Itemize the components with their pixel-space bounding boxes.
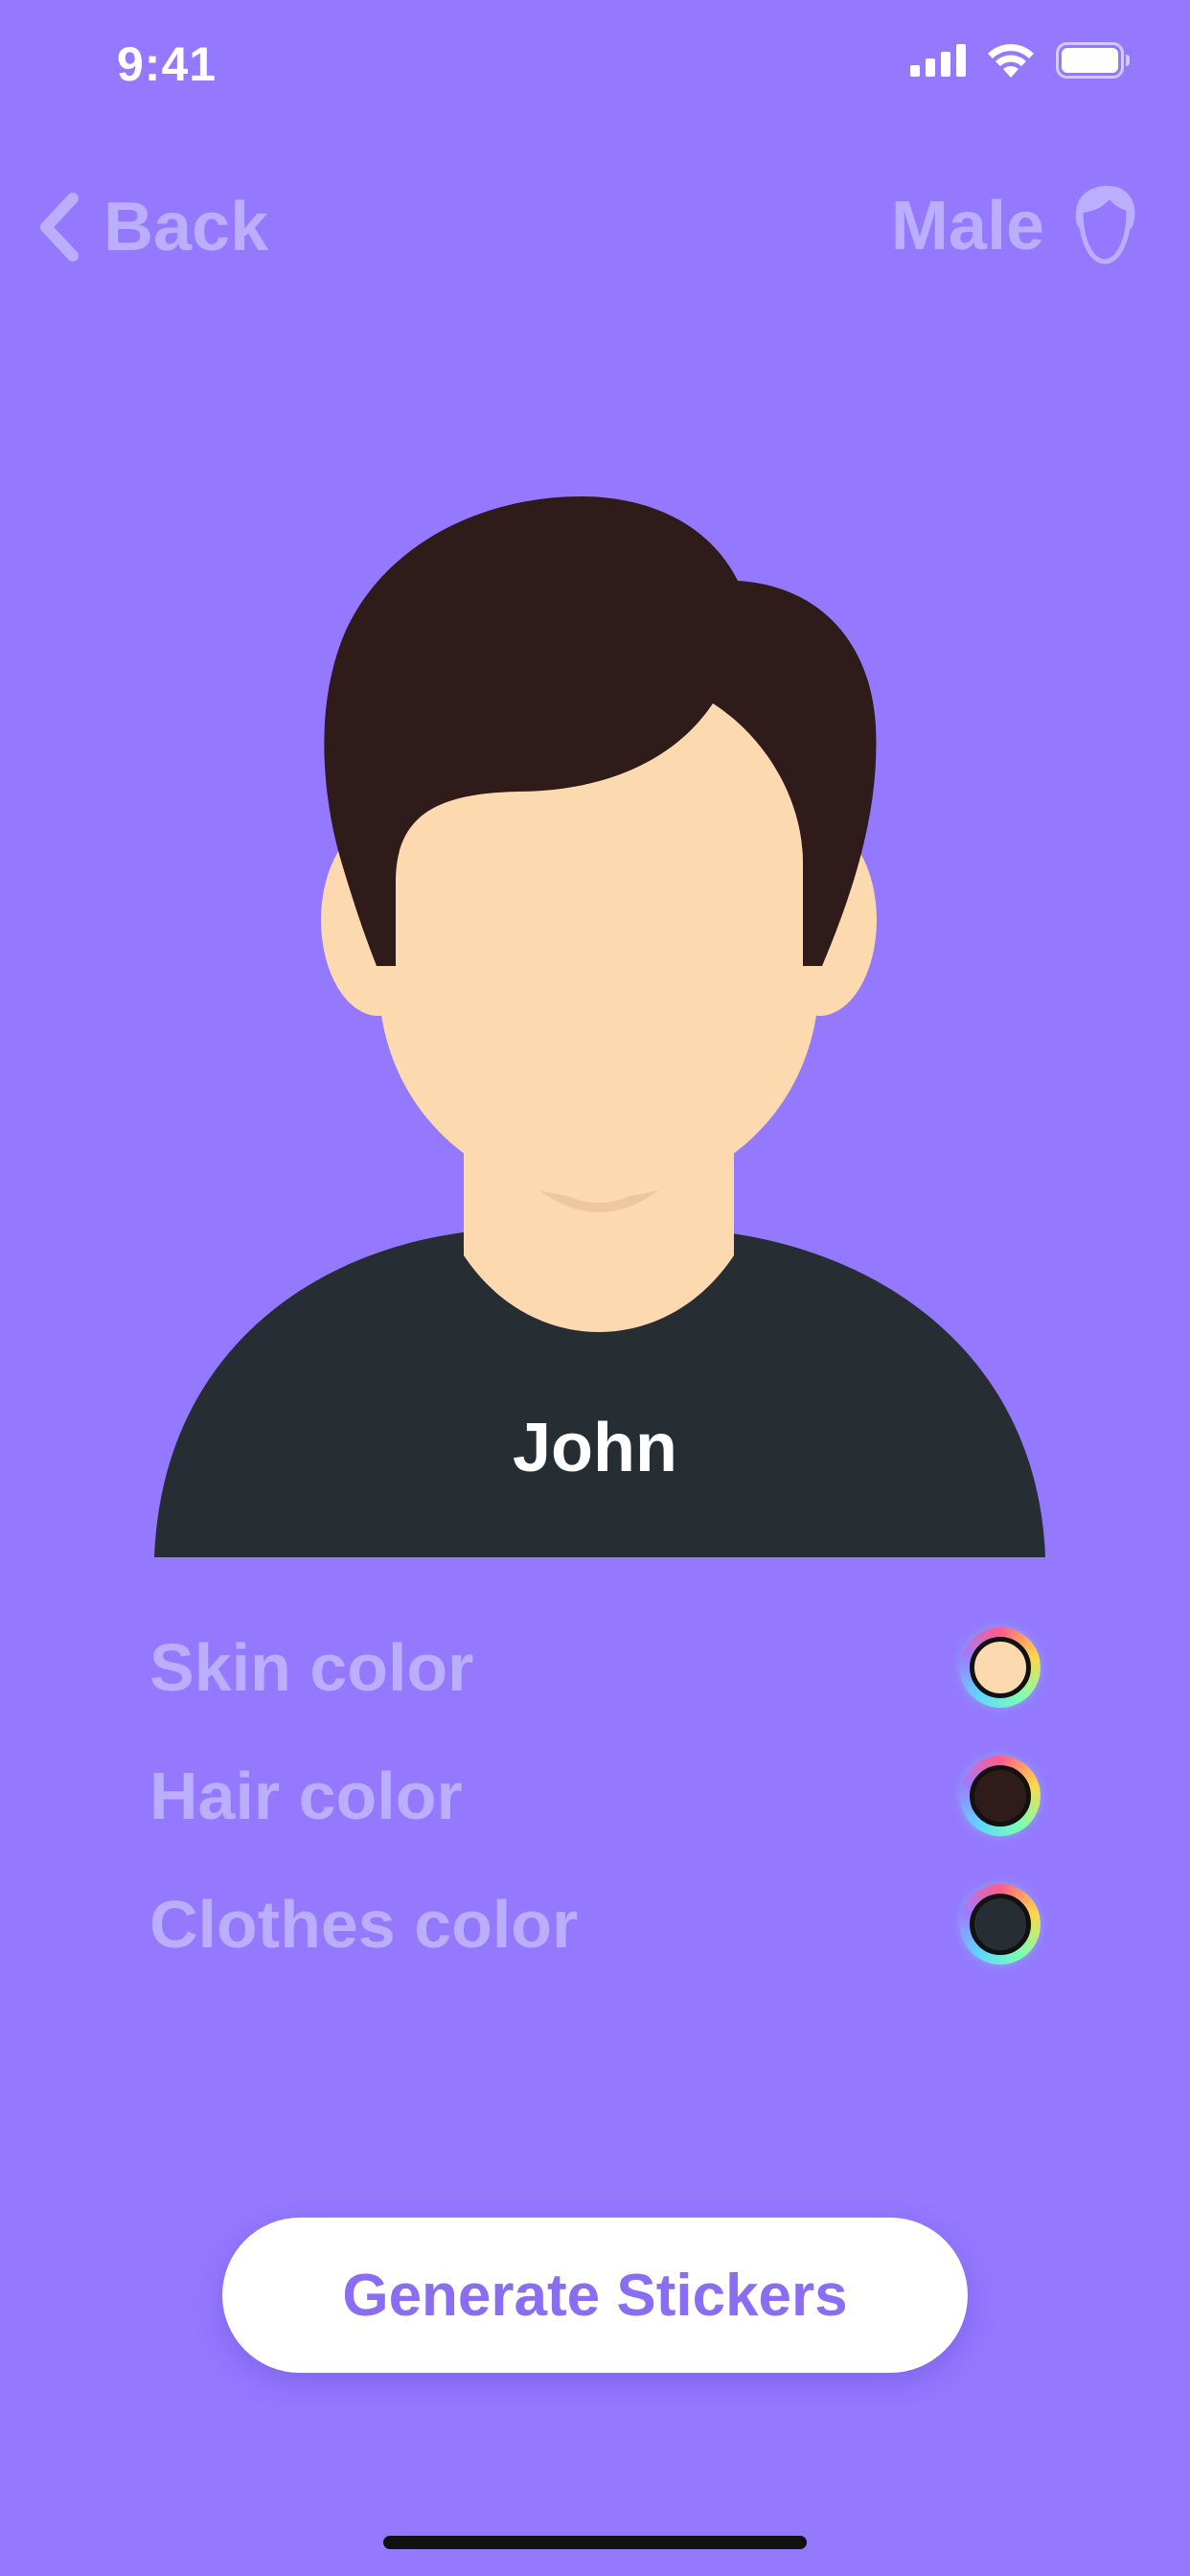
hair-color-picker[interactable] bbox=[960, 1756, 1041, 1836]
avatar-illustration bbox=[154, 496, 1045, 1557]
generate-stickers-button[interactable]: Generate Stickers bbox=[222, 2218, 968, 2373]
skin-color-swatch bbox=[970, 1637, 1031, 1698]
hair-color-option[interactable]: Hair color bbox=[149, 1748, 1041, 1844]
skin-color-option[interactable]: Skin color bbox=[149, 1620, 1041, 1715]
clothes-color-label: Clothes color bbox=[149, 1887, 579, 1962]
clothes-color-swatch bbox=[970, 1894, 1031, 1955]
hair-color-swatch bbox=[970, 1765, 1031, 1827]
avatar-name: John bbox=[513, 1410, 677, 1486]
generate-stickers-label: Generate Stickers bbox=[342, 2262, 848, 2329]
skin-color-picker[interactable] bbox=[960, 1627, 1041, 1708]
home-indicator[interactable] bbox=[383, 2536, 807, 2549]
clothes-color-option[interactable]: Clothes color bbox=[149, 1876, 1041, 1972]
hair-color-label: Hair color bbox=[149, 1759, 463, 1833]
clothes-color-picker[interactable] bbox=[960, 1884, 1041, 1965]
skin-color-label: Skin color bbox=[149, 1630, 474, 1705]
